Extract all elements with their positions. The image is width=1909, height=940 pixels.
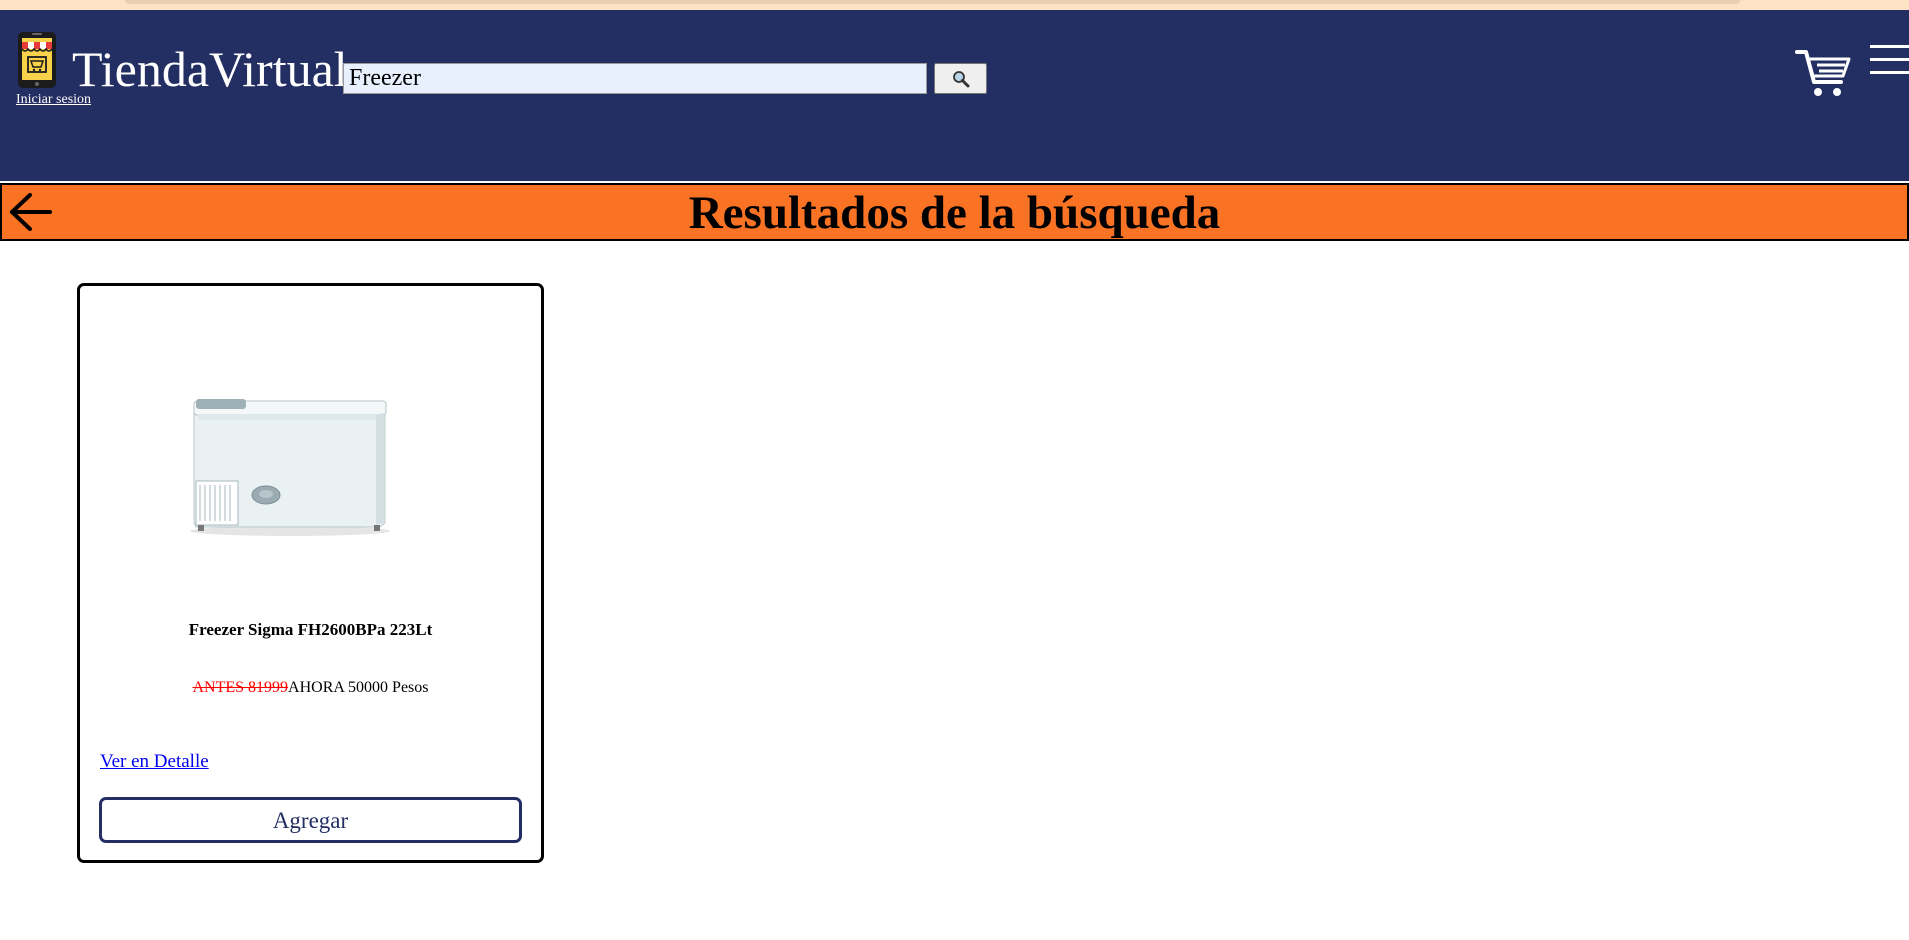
browser-top-strip: [0, 0, 1909, 10]
brand-name[interactable]: TiendaVirtual: [72, 44, 348, 94]
product-name: Freezer Sigma FH2600BPa 223Lt: [188, 620, 433, 639]
chest-freezer-image: [190, 399, 390, 536]
add-to-cart-button[interactable]: Agregar: [99, 797, 522, 843]
search-button[interactable]: [934, 63, 987, 94]
arrow-left-icon[interactable]: [8, 191, 52, 233]
new-price: AHORA 50000 Pesos: [288, 679, 429, 696]
top-strip-inner: [125, 0, 1740, 4]
cart-icon[interactable]: [1795, 46, 1851, 100]
login-link[interactable]: Iniciar sesion: [16, 92, 91, 108]
search-icon: [952, 70, 969, 87]
shop-logo-icon[interactable]: [16, 30, 58, 90]
site-header: TiendaVirtual Iniciar sesion: [0, 10, 1909, 181]
search-input[interactable]: [343, 63, 927, 94]
hamburger-menu-icon[interactable]: [1868, 38, 1909, 80]
old-price: ANTES 81999: [192, 679, 289, 696]
product-card: Freezer Sigma FH2600BPa 223Lt ANTES 8199…: [77, 283, 544, 863]
price-line: ANTES 81999AHORA 50000 Pesos: [80, 679, 541, 697]
page-title: Resultados de la búsqueda: [688, 187, 1221, 239]
results-bar: Resultados de la búsqueda: [0, 183, 1909, 241]
view-detail-link[interactable]: Ver en Detalle: [100, 751, 209, 773]
